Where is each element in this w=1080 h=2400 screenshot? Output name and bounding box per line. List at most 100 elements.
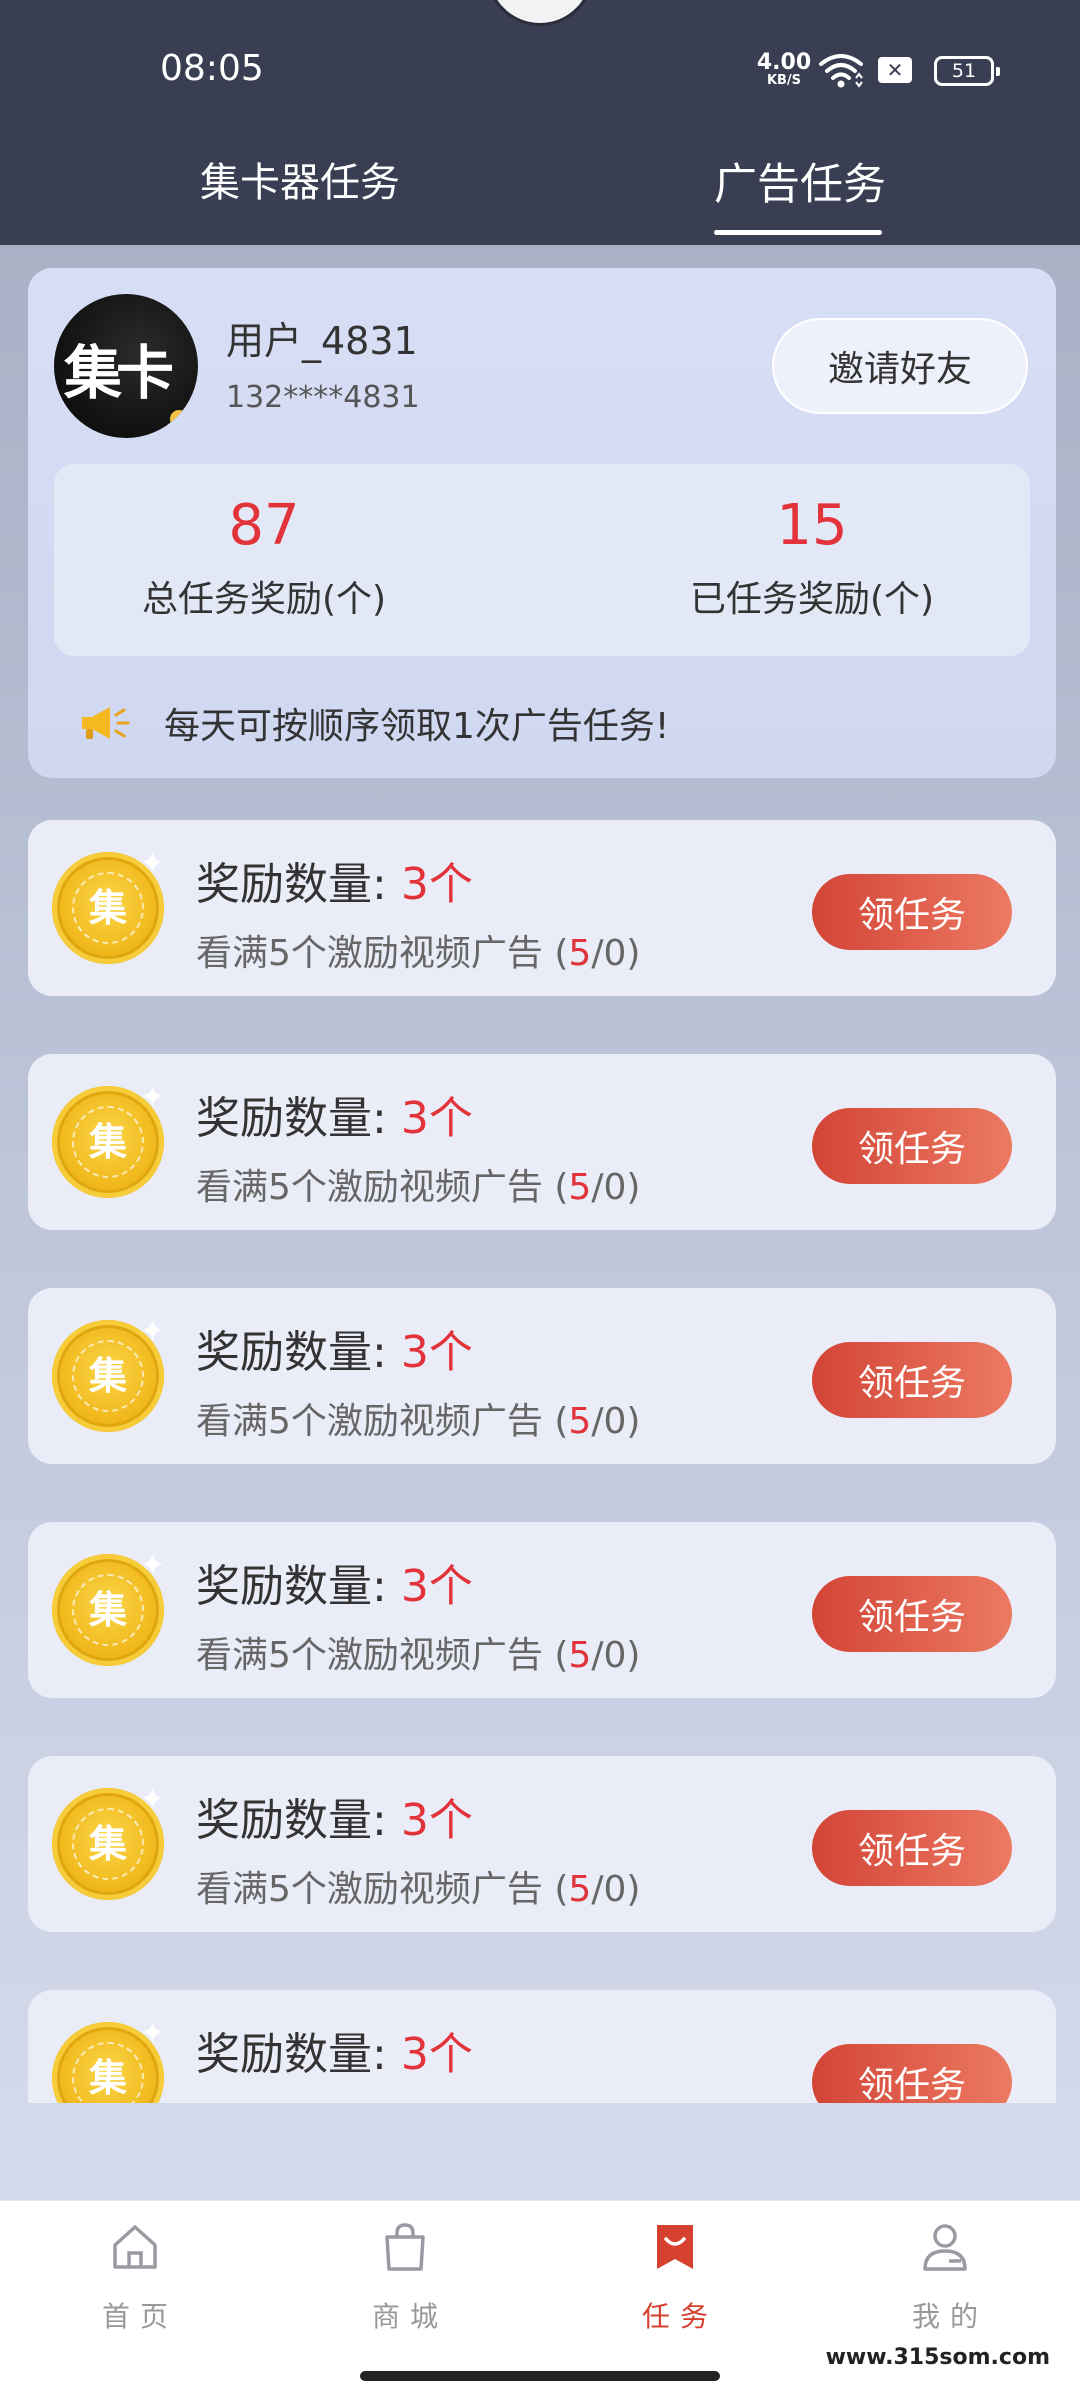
- nav-item-mine[interactable]: 我的: [845, 2211, 1045, 2351]
- reward-line: 奖励数量: 3个: [196, 1550, 473, 1614]
- sparkle-icon: ✦: [140, 1314, 166, 1349]
- task-description-prefix: 看满5个激励视频广告 (: [196, 933, 569, 974]
- coin-icon: 集 ✦: [52, 1314, 165, 1432]
- total-reward-stat: 87 总任务奖励(个): [54, 494, 474, 622]
- coin-char: 集: [72, 1106, 144, 1178]
- task-description-prefix: 看满5个激励视频广告 (: [196, 1869, 569, 1910]
- notice-text: 每天可按顺序领取1次广告任务!: [164, 706, 670, 747]
- task-description: 看满5个激励视频广告 (5/0): [196, 1626, 640, 1678]
- task-card: 集 ✦ 奖励数量: 3个 看满5个激励视频广告 (5/0) 领任务: [28, 1756, 1056, 1932]
- nav-item-home[interactable]: 首页: [35, 2211, 235, 2351]
- nav-label-mall: 商城: [371, 2300, 448, 2333]
- reward-label: 奖励数量:: [196, 2029, 387, 2080]
- coin-char: 集: [72, 2042, 144, 2103]
- task-description: 看满5个激励视频广告 (5/0): [196, 2094, 640, 2103]
- reward-label: 奖励数量:: [196, 859, 387, 910]
- task-list[interactable]: 集 ✦ 奖励数量: 3个 看满5个激励视频广告 (5/0) 领任务 集 ✦ 奖励…: [0, 820, 1080, 2103]
- coin-char: 集: [72, 1574, 144, 1646]
- reward-line: 奖励数量: 3个: [196, 1784, 473, 1848]
- task-description-prefix: 看满5个激励视频广告 (: [196, 1635, 569, 1676]
- total-reward-value: 87: [228, 493, 300, 558]
- task-description-suffix: /0): [591, 1869, 641, 1910]
- reward-line: 奖励数量: 3个: [196, 1082, 473, 1146]
- task-description: 看满5个激励视频广告 (5/0): [196, 1392, 640, 1444]
- task-description-suffix: /0): [591, 1401, 641, 1442]
- daily-notice: 每天可按顺序领取1次广告任务!: [78, 698, 669, 748]
- task-description-suffix: /0): [591, 933, 641, 974]
- active-tab-indicator: [714, 230, 882, 235]
- network-speed-unit: KB/S: [766, 73, 802, 88]
- reward-line: 奖励数量: 3个: [196, 1316, 473, 1380]
- task-card: 集 ✦ 奖励数量: 3个 看满5个激励视频广告 (5/0) 领任务: [28, 1288, 1056, 1464]
- claim-task-button[interactable]: 领任务: [812, 1342, 1012, 1418]
- coin-icon: 集 ✦: [52, 846, 165, 964]
- task-progress-done: 5: [568, 1167, 592, 1208]
- reward-value: 3个: [400, 859, 473, 910]
- home-indicator[interactable]: [360, 2371, 720, 2381]
- task-progress-done: 5: [568, 1401, 592, 1442]
- sparkle-icon: ✦: [140, 1782, 166, 1817]
- claimed-reward-label: 已任务奖励(个): [689, 579, 935, 620]
- avatar-badge: [170, 410, 188, 428]
- task-card: 集 ✦ 奖励数量: 3个 看满5个激励视频广告 (5/0) 领任务: [28, 1522, 1056, 1698]
- task-progress-done: 5: [568, 933, 592, 974]
- task-description-suffix: /0): [591, 1635, 641, 1676]
- coin-char: 集: [72, 872, 144, 944]
- status-bar: 08:05 4.00 KB/S ✕ 51: [0, 0, 1080, 130]
- nav-label-home: 首页: [101, 2300, 178, 2333]
- coin-char: 集: [72, 1340, 144, 1412]
- coin-icon: 集 ✦: [52, 1548, 165, 1666]
- total-reward-label: 总任务奖励(个): [141, 579, 387, 620]
- claim-task-button[interactable]: 领任务: [812, 874, 1012, 950]
- task-description-prefix: 看满5个激励视频广告 (: [196, 1401, 569, 1442]
- megaphone-icon: [82, 707, 130, 739]
- reward-value: 3个: [400, 1561, 473, 1612]
- home-icon: [113, 2225, 157, 2269]
- task-description-prefix: 看满5个激励视频广告 (: [196, 1167, 569, 1208]
- task-card: 集 ✦ 奖励数量: 3个 看满5个激励视频广告 (5/0) 领任务: [28, 1990, 1056, 2103]
- battery-icon: 51: [934, 56, 1000, 86]
- reward-value: 3个: [400, 1327, 473, 1378]
- reward-line: 奖励数量: 3个: [196, 2018, 473, 2082]
- task-bookmark-icon: [657, 2225, 693, 2269]
- user-summary-card: 集卡 用户_4831 132****4831 邀请好友 87 总任务奖励(个) …: [28, 268, 1056, 778]
- claim-task-button[interactable]: 领任务: [812, 1108, 1012, 1184]
- task-progress-done: 5: [568, 1869, 592, 1910]
- nav-item-task[interactable]: 任务: [575, 2211, 775, 2351]
- reward-label: 奖励数量:: [196, 1327, 387, 1378]
- task-card: 集 ✦ 奖励数量: 3个 看满5个激励视频广告 (5/0) 领任务: [28, 820, 1056, 996]
- task-progress-done: 5: [568, 1635, 592, 1676]
- tab-card-collector-tasks[interactable]: 集卡器任务: [200, 150, 400, 208]
- sparkle-icon: ✦: [140, 2016, 166, 2051]
- reward-label: 奖励数量:: [196, 1561, 387, 1612]
- claim-task-button[interactable]: 领任务: [812, 1810, 1012, 1886]
- avatar[interactable]: 集卡: [54, 294, 198, 438]
- sim-icon: ✕: [878, 57, 912, 83]
- task-description: 看满5个激励视频广告 (5/0): [196, 1860, 640, 1912]
- sparkle-icon: ✦: [140, 846, 166, 881]
- bottom-navigation: 首页 商城 任务 我的 www.315som.com: [0, 2200, 1080, 2400]
- sparkle-icon: ✦: [140, 1548, 166, 1583]
- claim-task-button[interactable]: 领任务: [812, 2044, 1012, 2103]
- task-description: 看满5个激励视频广告 (5/0): [196, 1158, 640, 1210]
- watermark: www.315som.com: [825, 2345, 1050, 2370]
- shopping-bag-icon: [385, 2223, 425, 2271]
- nav-label-task: 任务: [641, 2300, 718, 2333]
- username: 用户_4831: [226, 319, 418, 363]
- reward-label: 奖励数量:: [196, 1093, 387, 1144]
- invite-friends-button[interactable]: 邀请好友: [772, 318, 1028, 414]
- task-description: 看满5个激励视频广告 (5/0): [196, 924, 640, 976]
- reward-line: 奖励数量: 3个: [196, 848, 473, 912]
- task-description-suffix: /0): [591, 1167, 641, 1208]
- coin-char: 集: [72, 1808, 144, 1880]
- avatar-logo-text: 集卡: [64, 339, 174, 407]
- network-speed: 4.00 KB/S: [756, 50, 812, 88]
- coin-icon: 集 ✦: [52, 1782, 165, 1900]
- nav-item-mall[interactable]: 商城: [305, 2211, 505, 2351]
- nav-label-mine: 我的: [911, 2300, 988, 2333]
- reward-value: 3个: [400, 1093, 473, 1144]
- network-speed-value: 4.00: [756, 50, 812, 75]
- task-card: 集 ✦ 奖励数量: 3个 看满5个激励视频广告 (5/0) 领任务: [28, 1054, 1056, 1230]
- claim-task-button[interactable]: 领任务: [812, 1576, 1012, 1652]
- tab-ad-tasks[interactable]: 广告任务: [714, 150, 886, 212]
